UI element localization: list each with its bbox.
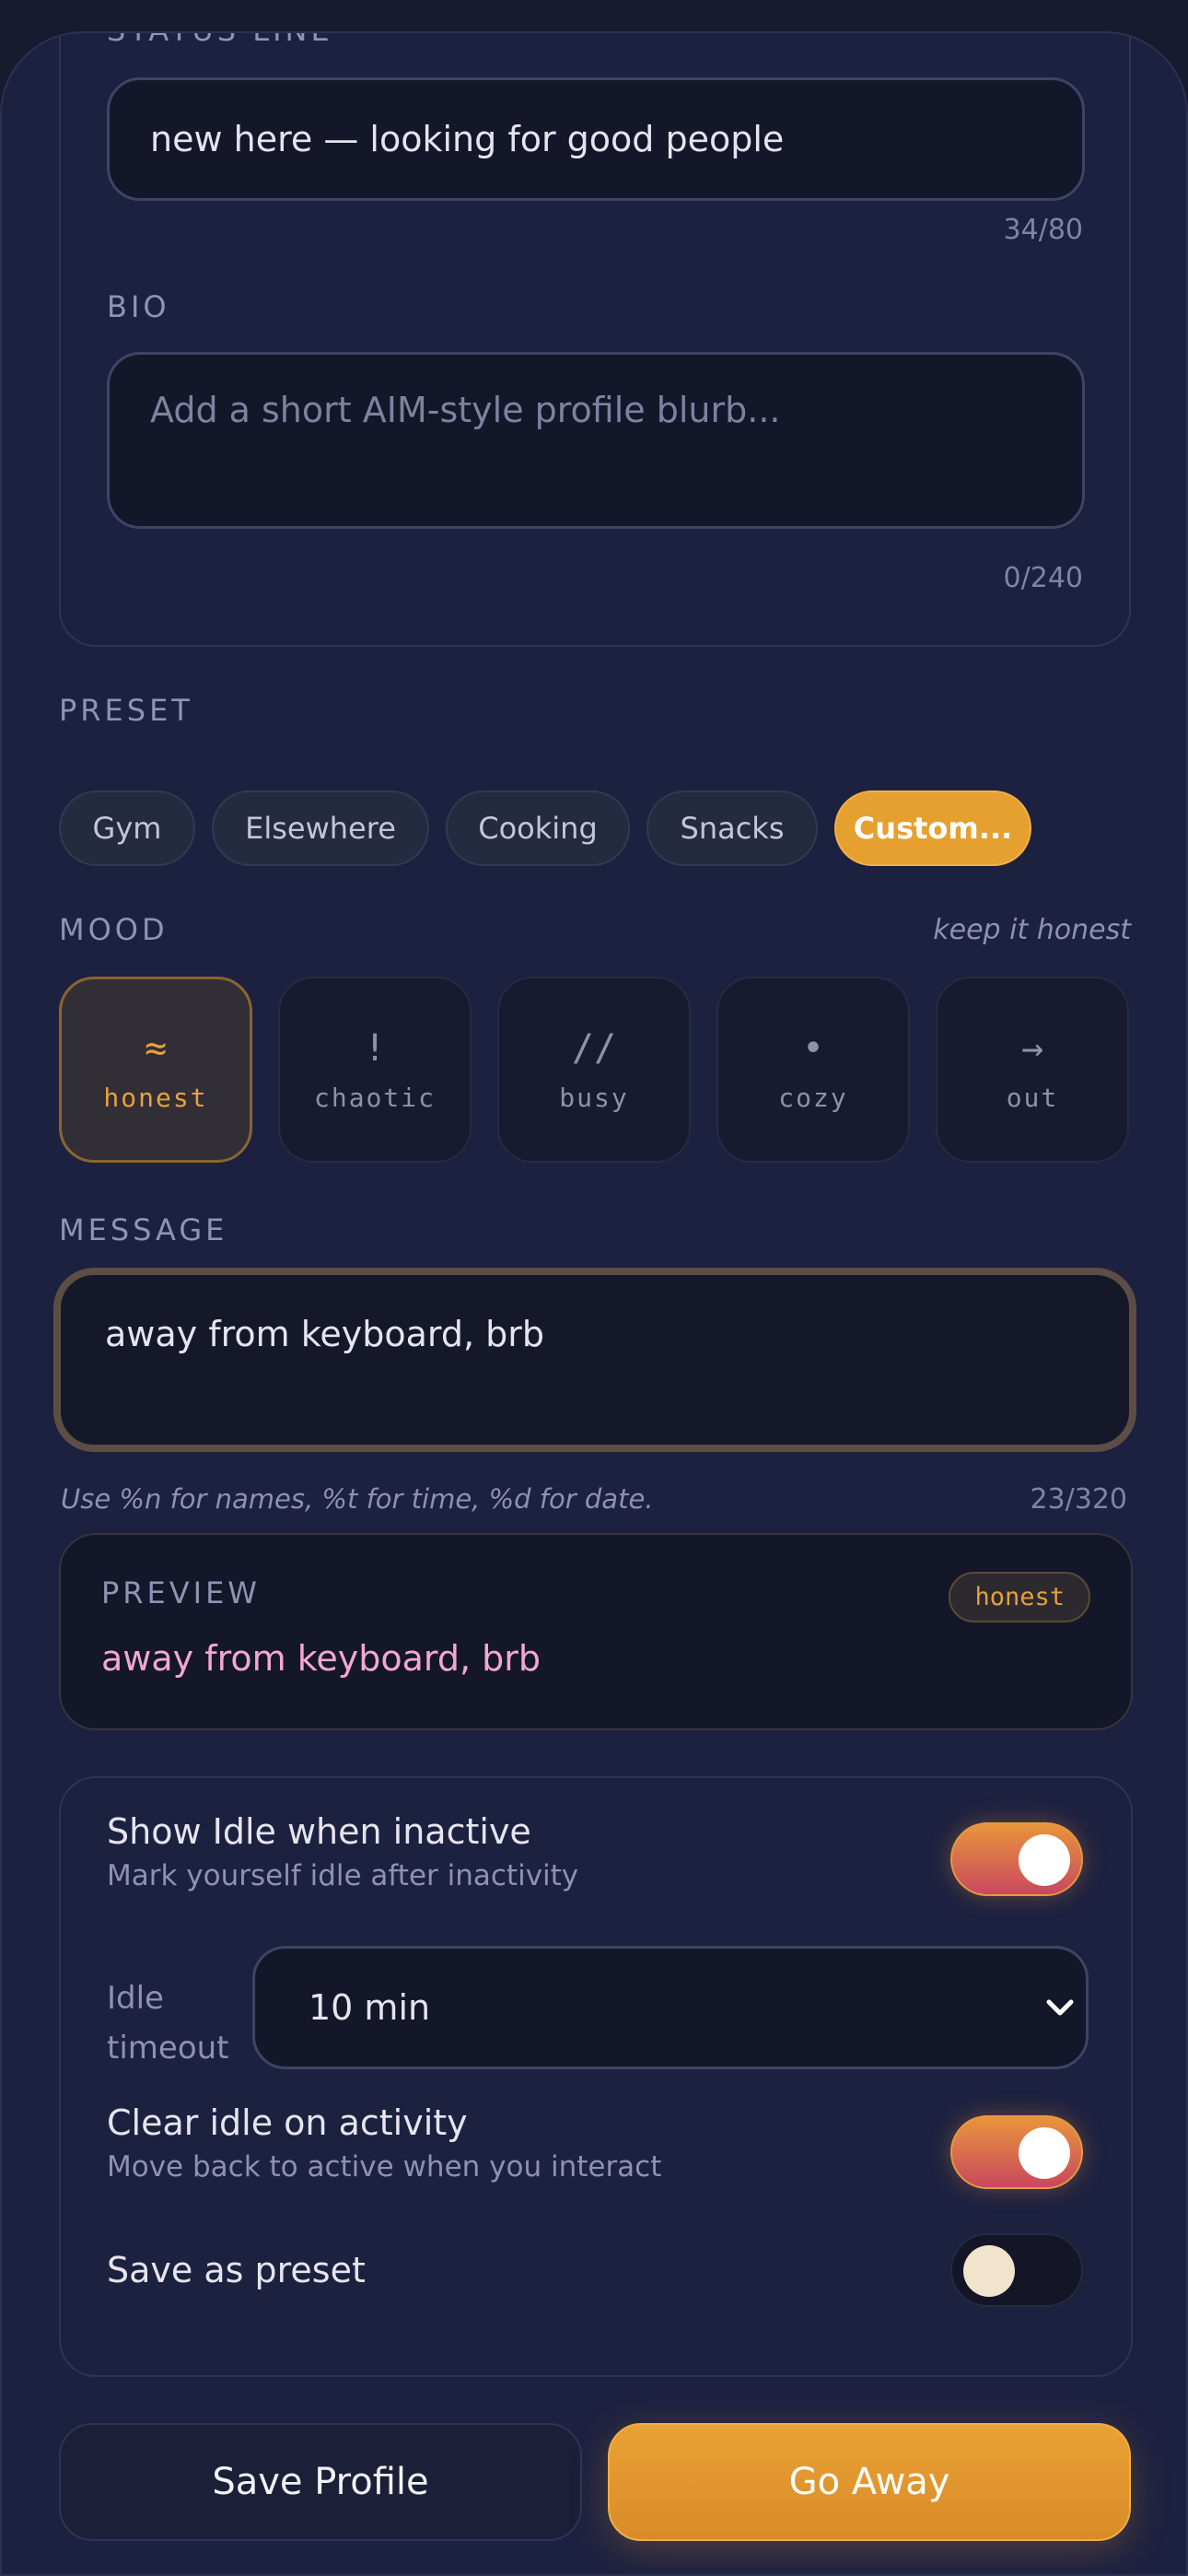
profile-sheet: STATUS LINE new here — looking for good …: [0, 31, 1188, 2576]
status-line-counter: 34/80: [1003, 214, 1083, 246]
show-idle-toggle[interactable]: [950, 1822, 1083, 1896]
mood-option-label: cozy: [778, 1082, 848, 1113]
message-value: away from keyboard, brb: [105, 1314, 545, 1354]
idle-timeout-label-line2: timeout: [107, 2030, 229, 2067]
status-line-label: STATUS LINE: [107, 33, 333, 48]
mood-option-out[interactable]: → out: [936, 977, 1129, 1163]
save-preset-toggle[interactable]: [950, 2233, 1083, 2307]
idle-timeout-value: 10 min: [309, 1987, 431, 2028]
mood-option-label: out: [1006, 1082, 1059, 1113]
mood-option-cozy[interactable]: • cozy: [716, 977, 910, 1163]
mood-label: MOOD: [59, 912, 169, 947]
preview-card: PREVIEW honest away from keyboard, brb: [59, 1533, 1133, 1730]
preset-chip-gym[interactable]: Gym: [59, 790, 195, 866]
mood-option-label: busy: [559, 1082, 629, 1113]
bio-placeholder: Add a short AIM-style profile blurb...: [150, 390, 781, 430]
clear-idle-title: Clear idle on activity: [107, 2102, 468, 2143]
preview-label: PREVIEW: [101, 1575, 261, 1610]
idle-timeout-select[interactable]: 10 min: [252, 1946, 1089, 2069]
status-line-value: new here — looking for good people: [150, 119, 785, 159]
mood-option-busy[interactable]: // busy: [497, 977, 691, 1163]
preset-chip-custom[interactable]: Custom...: [834, 790, 1031, 866]
chevron-down-icon: [1046, 1999, 1074, 2016]
approx-icon: ≈: [144, 1026, 168, 1070]
clear-idle-row: Clear idle on activity Move back to acti…: [107, 2102, 661, 2184]
status-line-input[interactable]: new here — looking for good people: [107, 77, 1085, 201]
message-label: MESSAGE: [59, 1212, 228, 1247]
show-idle-row: Show Idle when inactive Mark yourself id…: [107, 1811, 578, 1892]
clear-idle-subtitle: Move back to active when you interact: [107, 2150, 662, 2184]
toggle-knob: [1019, 2127, 1070, 2179]
mood-option-label: chaotic: [313, 1082, 436, 1113]
idle-settings-card: Show Idle when inactive Mark yourself id…: [59, 1776, 1133, 2377]
preset-chip-cooking[interactable]: Cooking: [446, 790, 630, 866]
double-slash-icon: //: [571, 1026, 617, 1070]
go-away-button[interactable]: Go Away: [608, 2423, 1131, 2541]
save-preset-title: Save as preset: [107, 2250, 366, 2290]
preview-badge: honest: [949, 1572, 1090, 1622]
idle-timeout-label: Idle timeout: [107, 1973, 229, 2073]
mood-option-chaotic[interactable]: ! chaotic: [278, 977, 472, 1163]
mood-hint: keep it honest: [933, 914, 1131, 946]
message-textarea[interactable]: away from keyboard, brb: [53, 1268, 1136, 1452]
bio-textarea[interactable]: Add a short AIM-style profile blurb...: [107, 352, 1085, 529]
toggle-knob: [1019, 1834, 1070, 1886]
dot-icon: •: [801, 1026, 825, 1070]
bio-counter: 0/240: [1003, 562, 1083, 594]
bio-label: BIO: [107, 289, 170, 324]
mood-option-label: honest: [103, 1082, 208, 1113]
show-idle-subtitle: Mark yourself idle after inactivity: [107, 1859, 579, 1892]
preset-chip-elsewhere[interactable]: Elsewhere: [212, 790, 429, 866]
idle-timeout-label-line1: Idle: [107, 1980, 164, 2017]
preset-label: PRESET: [59, 693, 193, 728]
toggle-knob: [963, 2245, 1015, 2297]
message-counter: 23/320: [1030, 1483, 1127, 1516]
save-profile-button[interactable]: Save Profile: [59, 2423, 582, 2541]
clear-idle-toggle[interactable]: [950, 2115, 1083, 2189]
mood-option-honest[interactable]: ≈ honest: [59, 977, 252, 1163]
preview-text: away from keyboard, brb: [101, 1638, 542, 1679]
arrow-right-icon: →: [1020, 1026, 1044, 1070]
message-help: Use %n for names, %t for time, %d for da…: [61, 1483, 654, 1515]
exclamation-icon: !: [363, 1026, 387, 1070]
preset-chip-snacks[interactable]: Snacks: [646, 790, 818, 866]
show-idle-title: Show Idle when inactive: [107, 1811, 531, 1852]
